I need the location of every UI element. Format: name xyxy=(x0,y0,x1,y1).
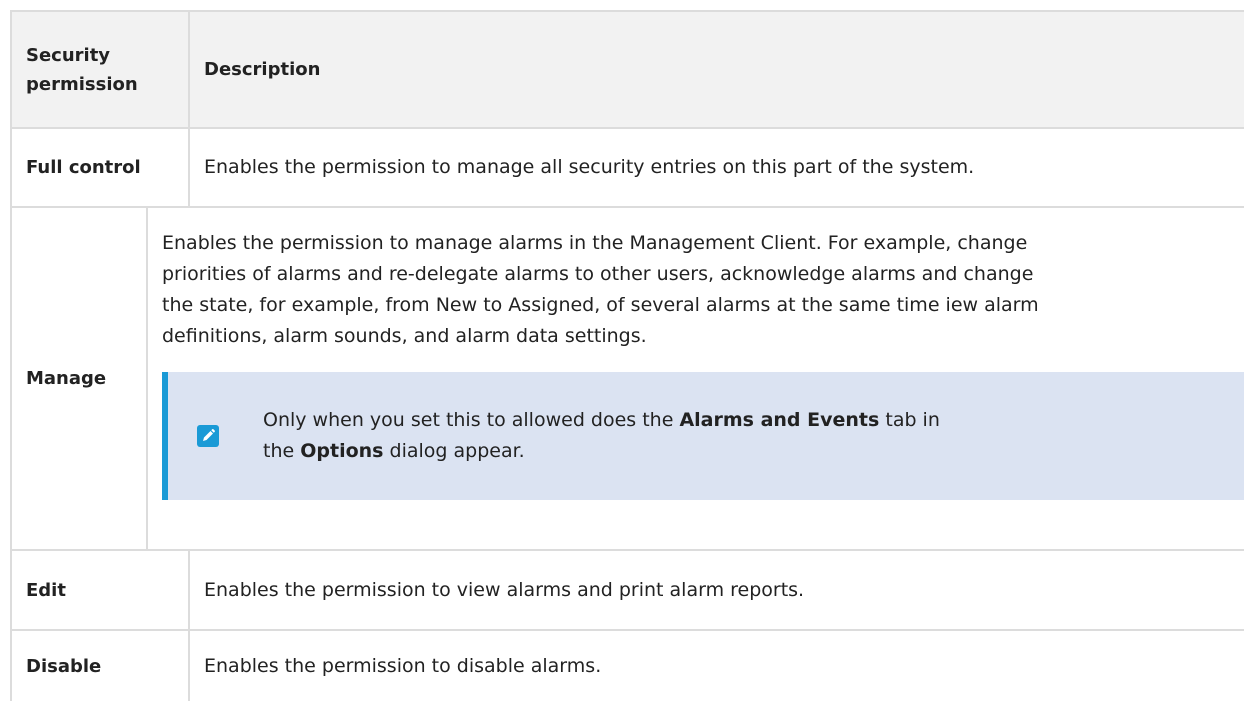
description-line: the state, for example, from New to Assi… xyxy=(162,294,1039,316)
permissions-table: Security permission Description Full con… xyxy=(10,10,1244,701)
table-row: Manage Enables the permission to manage … xyxy=(10,208,1244,551)
header-cell-description: Description xyxy=(190,12,1244,127)
table-row: Full control Enables the permission to m… xyxy=(10,129,1244,208)
permission-cell: Edit xyxy=(10,551,190,629)
permission-description: Enables the permission to disable alarms… xyxy=(204,654,602,677)
description-line: priorities of alarms and re-delegate ala… xyxy=(162,263,1034,285)
permission-description: Enables the permission to manage alarms … xyxy=(162,228,1244,352)
description-line: Enables the permission to manage alarms … xyxy=(162,232,1028,254)
note-line-2: the Options dialog appear. xyxy=(263,440,525,462)
permission-cell: Manage xyxy=(10,208,148,549)
header-description: Description xyxy=(204,59,321,80)
permission-name: Manage xyxy=(26,368,107,389)
note-callout: Only when you set this to allowed does t… xyxy=(162,372,1244,500)
permission-description: Enables the permission to view alarms an… xyxy=(204,578,805,601)
table-row: Disable Enables the permission to disabl… xyxy=(10,631,1244,701)
header-cell-permission: Security permission xyxy=(10,12,190,127)
permission-description: Enables the permission to manage all sec… xyxy=(204,156,975,178)
permission-cell: Disable xyxy=(10,631,190,701)
permission-name: Edit xyxy=(26,579,66,601)
note-line-1: Only when you set this to allowed does t… xyxy=(263,409,940,431)
description-cell: Enables the permission to disable alarms… xyxy=(190,631,1244,701)
permission-name: Disable xyxy=(26,655,102,677)
permission-cell: Full control xyxy=(10,129,190,206)
note-bold-alarms-events: Alarms and Events xyxy=(679,409,880,431)
note-bold-options: Options xyxy=(300,440,384,462)
description-line: definitions, alarm sounds, and alarm dat… xyxy=(162,325,647,347)
header-permission-line2: permission xyxy=(26,73,138,95)
header-permission-line1: Security xyxy=(26,44,111,66)
description-cell: Enables the permission to manage alarms … xyxy=(148,208,1244,549)
permission-name: Full control xyxy=(26,157,141,178)
pencil-icon xyxy=(197,425,219,447)
description-cell: Enables the permission to manage all sec… xyxy=(190,129,1244,206)
note-text: Only when you set this to allowed does t… xyxy=(263,405,940,467)
table-row: Edit Enables the permission to view alar… xyxy=(10,551,1244,631)
description-cell: Enables the permission to view alarms an… xyxy=(190,551,1244,629)
table-header-row: Security permission Description xyxy=(10,10,1244,129)
